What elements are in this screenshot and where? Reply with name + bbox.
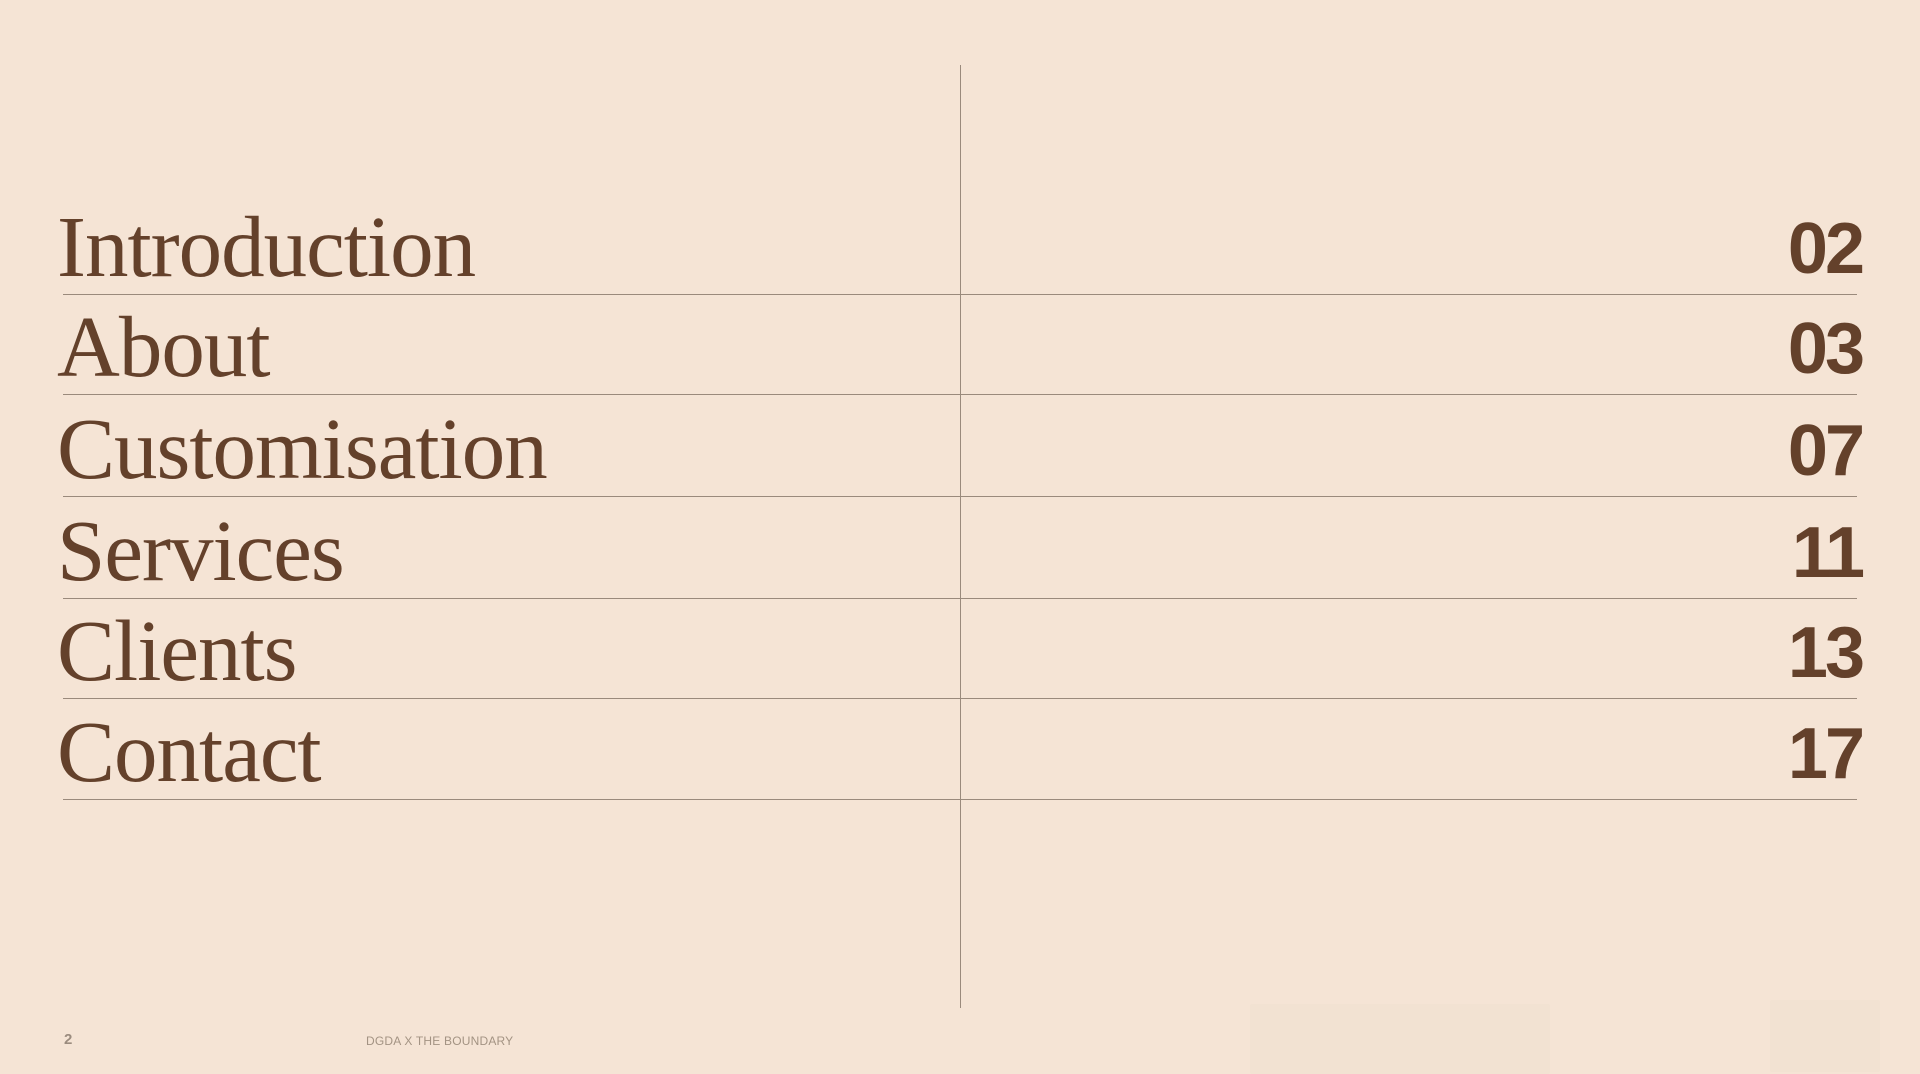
toc-divider <box>63 799 1857 800</box>
toc-page-number: 03 <box>1787 309 1865 389</box>
toc-item-label: Services <box>57 502 345 599</box>
toc-item-label: About <box>57 298 270 395</box>
toc-row-about[interactable]: About 03 <box>0 295 1920 395</box>
toc-row-customisation[interactable]: Customisation 07 <box>0 397 1920 497</box>
toc-page-number: 02 <box>1787 209 1865 289</box>
page-footer: 2 DGDA X THE BOUNDARY <box>0 1000 1920 1074</box>
toc-row-clients[interactable]: Clients 13 <box>0 599 1920 699</box>
toc-item-label: Clients <box>57 602 298 699</box>
toc-item-label: Contact <box>57 703 322 800</box>
toc-divider <box>63 698 1857 699</box>
toc-item-label: Introduction <box>57 198 476 295</box>
toc-page-number: 13 <box>1787 613 1865 693</box>
toc-row-introduction[interactable]: Introduction 02 <box>0 195 1920 295</box>
footer-document-title: DGDA X THE BOUNDARY <box>366 1034 514 1048</box>
toc-page-number: 07 <box>1787 411 1865 491</box>
table-of-contents-page: Introduction 02 About 03 Customisation 0… <box>0 0 1920 1074</box>
toc-divider <box>63 496 1857 497</box>
toc-row-contact[interactable]: Contact 17 <box>0 700 1920 800</box>
table-of-contents: Introduction 02 About 03 Customisation 0… <box>0 195 1920 800</box>
decorative-footer-panel <box>1250 1004 1550 1074</box>
toc-row-services[interactable]: Services 11 <box>0 499 1920 599</box>
toc-page-number: 11 <box>1791 513 1865 593</box>
toc-divider <box>63 394 1857 395</box>
decorative-corner-panel <box>1770 1000 1880 1072</box>
toc-item-label: Customisation <box>57 400 548 497</box>
footer-page-number: 2 <box>64 1031 73 1048</box>
toc-page-number: 17 <box>1787 714 1865 794</box>
